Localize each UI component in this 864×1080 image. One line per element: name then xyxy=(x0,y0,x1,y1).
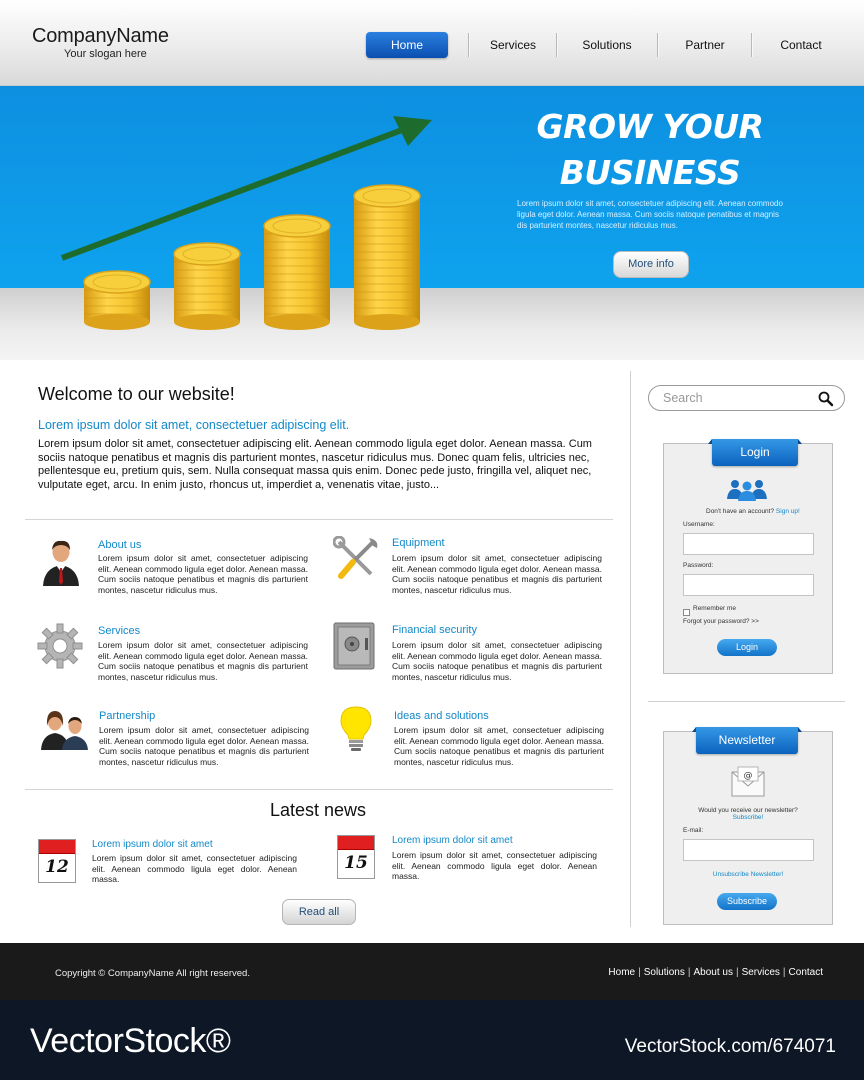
feature-title-about-us[interactable]: About us xyxy=(98,539,141,551)
more-info-button[interactable]: More info xyxy=(613,251,689,278)
nav-partner[interactable]: Partner xyxy=(659,32,751,58)
newsletter-ribbon: Newsletter xyxy=(692,727,802,754)
news-day: 12 xyxy=(45,857,69,877)
feature-title-equipment[interactable]: Equipment xyxy=(392,537,445,549)
sidebar-divider xyxy=(648,701,845,702)
watermark-id: VectorStock.com/674071 xyxy=(624,1036,836,1057)
users-group-icon xyxy=(727,480,767,501)
lightbulb-icon xyxy=(340,706,372,751)
company-name[interactable]: CompanyName xyxy=(32,25,169,48)
hero-title-line: GROW YOUR xyxy=(536,107,764,146)
safe-icon xyxy=(333,622,375,670)
subscribe-button[interactable]: Subscribe xyxy=(717,893,777,910)
main-nav: Home Services Solutions Partner Contact xyxy=(366,32,846,58)
feature-text: Lorem ipsum dolor sit amet, consectetuer… xyxy=(98,640,308,682)
coin-stack-icon xyxy=(83,270,151,330)
feature-text: Lorem ipsum dolor sit amet, consectetuer… xyxy=(392,553,602,595)
login-panel: Login Don't have an account? Sign up! Us… xyxy=(663,439,833,674)
coin-growth-illustration xyxy=(60,116,432,330)
nav-divider xyxy=(556,33,557,57)
hero-title-line: BUSINESS xyxy=(559,153,741,192)
partners-icon xyxy=(41,711,88,750)
password-field[interactable] xyxy=(683,574,814,596)
news-text: Lorem ipsum dolor sit amet, consectetuer… xyxy=(392,850,597,881)
tools-icon xyxy=(333,536,378,579)
watermark-logo: VectorStock® xyxy=(30,1022,231,1060)
coin-stack-icon xyxy=(173,242,241,330)
email-label: E-mail: xyxy=(683,827,704,834)
nav-divider xyxy=(751,33,752,57)
hero-description: Lorem ipsum dolor sit amet, consectetuer… xyxy=(517,199,783,230)
email-field[interactable] xyxy=(683,839,814,861)
businessman-icon xyxy=(43,540,79,586)
nav-services[interactable]: Services xyxy=(470,32,556,58)
login-ribbon: Login xyxy=(708,439,802,466)
feature-title-financial-security[interactable]: Financial security xyxy=(392,624,477,636)
feature-title-partnership[interactable]: Partnership xyxy=(99,710,155,722)
calendar-icon: 12 xyxy=(38,839,76,883)
site-header: CompanyName Your slogan here Home Servic… xyxy=(0,0,864,86)
username-label: Username: xyxy=(683,521,715,528)
sidebar-divider xyxy=(630,371,631,927)
search-icon[interactable] xyxy=(818,391,834,407)
hero-banner: GROW YOUR BUSINESS Lorem ipsum dolor sit… xyxy=(0,86,864,360)
news-day: 15 xyxy=(344,853,368,873)
subscribe-link[interactable]: Subscribe! xyxy=(664,814,832,821)
search-input[interactable]: Search xyxy=(663,391,703,405)
nav-home[interactable]: Home xyxy=(366,32,448,58)
username-field[interactable] xyxy=(683,533,814,555)
coin-stack-icon xyxy=(353,184,421,330)
welcome-body: Lorem ipsum dolor sit amet, consectetuer… xyxy=(38,438,592,491)
copyright-text: Copyright © CompanyName All right reserv… xyxy=(55,968,250,979)
svg-text:@: @ xyxy=(744,771,753,781)
footer-link-solutions[interactable]: Solutions xyxy=(644,967,685,978)
welcome-title: Welcome to our website! xyxy=(38,384,235,404)
watermark-bar: VectorStock® VectorStock.com/674071 xyxy=(0,1000,864,1080)
unsubscribe-link[interactable]: Unsubscribe Newsletter! xyxy=(664,871,832,878)
news-title[interactable]: Lorem ipsum dolor sit amet xyxy=(92,839,213,850)
feature-text: Lorem ipsum dolor sit amet, consectetuer… xyxy=(98,553,308,595)
footer-nav: Home | Solutions | About us | Services | Contact xyxy=(608,967,823,978)
gear-icon xyxy=(37,623,83,669)
news-text: Lorem ipsum dolor sit amet, consectetuer… xyxy=(92,853,297,884)
nav-divider xyxy=(468,33,469,57)
forgot-password-link[interactable]: Forgot your password? >> xyxy=(683,618,759,625)
remember-checkbox[interactable] xyxy=(683,609,690,616)
section-divider xyxy=(25,789,613,790)
feature-text: Lorem ipsum dolor sit amet, consectetuer… xyxy=(99,725,309,767)
password-label: Password: xyxy=(683,562,714,569)
search-box[interactable]: Search xyxy=(648,385,845,411)
newsletter-panel: Newsletter @ Would you receive our newsl… xyxy=(663,727,833,925)
hero-title: GROW YOUR BUSINESS xyxy=(520,104,780,196)
newsletter-question: Would you receive our newsletter? xyxy=(698,807,798,814)
feature-title-ideas-and-solutions[interactable]: Ideas and solutions xyxy=(394,710,489,722)
nav-divider xyxy=(657,33,658,57)
sign-up-link[interactable]: Sign up! xyxy=(776,508,800,515)
welcome-subtitle: Lorem ipsum dolor sit amet, consectetuer… xyxy=(38,418,350,432)
footer-link-about-us[interactable]: About us xyxy=(693,967,732,978)
footer-link-contact[interactable]: Contact xyxy=(789,967,823,978)
email-envelope-icon: @ xyxy=(731,766,765,797)
calendar-icon: 15 xyxy=(337,835,375,879)
nav-contact[interactable]: Contact xyxy=(753,32,849,58)
remember-label: Remember me xyxy=(693,605,736,612)
site-footer: Copyright © CompanyName All right reserv… xyxy=(0,943,864,1000)
company-slogan: Your slogan here xyxy=(64,48,147,60)
feature-title-services[interactable]: Services xyxy=(98,625,140,637)
feature-text: Lorem ipsum dolor sit amet, consectetuer… xyxy=(392,640,602,682)
login-button[interactable]: Login xyxy=(717,639,777,656)
footer-link-services[interactable]: Services xyxy=(742,967,780,978)
read-all-button[interactable]: Read all xyxy=(282,899,356,925)
section-divider xyxy=(25,519,613,520)
news-title[interactable]: Lorem ipsum dolor sit amet xyxy=(392,835,513,846)
latest-news-heading: Latest news xyxy=(269,800,367,820)
no-account-text: Don't have an account? Sign up! xyxy=(706,508,800,515)
coin-stack-icon xyxy=(263,214,331,330)
feature-text: Lorem ipsum dolor sit amet, consectetuer… xyxy=(394,725,604,767)
nav-solutions[interactable]: Solutions xyxy=(558,32,656,58)
footer-link-home[interactable]: Home xyxy=(608,967,635,978)
